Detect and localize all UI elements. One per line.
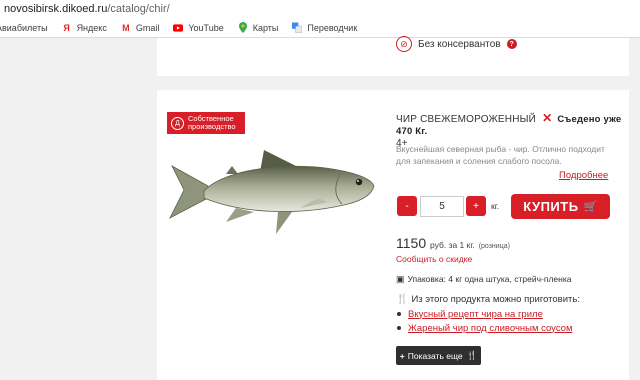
bookmark-label: YouTube bbox=[188, 22, 224, 33]
show-more-label: Показать еще bbox=[407, 350, 463, 361]
cook-heading: 🍴 Из этого продукта можно приготовить: bbox=[396, 294, 580, 305]
help-icon[interactable]: ? bbox=[506, 39, 517, 49]
more-details-link[interactable]: Подробнее bbox=[559, 170, 608, 181]
yandex-icon: Я bbox=[63, 22, 70, 33]
cross-icon: ✕ bbox=[542, 111, 553, 125]
qty-minus-button[interactable]: - bbox=[397, 196, 417, 216]
list-item: Вкусный рецепт чира на гриле bbox=[396, 307, 573, 321]
plus-icon: + bbox=[399, 350, 405, 361]
bookmark-gmail[interactable]: M Gmail bbox=[121, 22, 160, 33]
bookmark-label: Яндекс bbox=[76, 22, 107, 33]
cutlery-icon: 🍴 bbox=[396, 294, 409, 305]
bookmark-label: Авиабилеты bbox=[0, 22, 48, 33]
url-path: /catalog/chir/ bbox=[107, 3, 170, 15]
bullet bbox=[397, 312, 401, 316]
box-icon: ▣ bbox=[396, 274, 405, 284]
buy-button[interactable]: КУПИТЬ 🛒 bbox=[511, 194, 610, 219]
url-host: novosibirsk.dikoed.ru bbox=[4, 3, 108, 15]
bookmark-translate[interactable]: Переводчик bbox=[292, 22, 358, 33]
product-title-line-1: ЧИР СВЕЖЕМОРОЖЕННЫЙ bbox=[396, 114, 537, 125]
quantity-input[interactable]: 5 bbox=[420, 196, 464, 217]
gmail-icon: M bbox=[122, 22, 130, 33]
no-preservatives-feature: ⊘ Без консервантов ? bbox=[396, 34, 517, 54]
cutlery-icon: 🍴 bbox=[466, 350, 478, 360]
cart-icon: 🛒 bbox=[583, 201, 598, 213]
product-description: Вкуснейшая северная рыба - чир. Отлично … bbox=[396, 144, 605, 166]
quantity-unit: кг. bbox=[491, 201, 500, 211]
packing-text: Упаковка: 4 кг одна штука, стрейч-пленка bbox=[407, 274, 572, 284]
cook-heading-text: Из этого продукта можно приготовить: bbox=[411, 294, 580, 305]
maps-icon bbox=[238, 22, 248, 33]
bookmark-label: Карты bbox=[252, 22, 279, 33]
address-bar[interactable]: novosibirsk.dikoed.ru/catalog/chir/ bbox=[0, 0, 640, 18]
list-item: Жареный чир под сливочным соусом bbox=[396, 321, 573, 335]
badge-line-2: производство bbox=[188, 122, 236, 131]
bookmark-yandex[interactable]: Я Яндекс bbox=[62, 23, 107, 33]
bullet bbox=[397, 326, 401, 330]
buy-label: КУПИТЬ bbox=[523, 199, 579, 214]
no-preservatives-icon: ⊘ bbox=[396, 36, 412, 52]
bookmarks-bar: Авиабилеты Я Яндекс M Gmail YouTube Карт… bbox=[0, 18, 640, 38]
report-discount-link[interactable]: Сообщить о скидке bbox=[396, 254, 472, 264]
bookmark-youtube[interactable]: YouTube bbox=[173, 22, 224, 33]
qty-plus-button[interactable]: + bbox=[466, 196, 486, 216]
product-image-fish[interactable] bbox=[168, 146, 378, 238]
recipe-link-cream-sauce[interactable]: Жареный чир под сливочным соусом bbox=[408, 323, 573, 334]
company-logo-icon: Д bbox=[171, 116, 184, 130]
price-note: (розница) bbox=[478, 243, 510, 250]
price-block: 1150 руб. за 1 кг. (розница) bbox=[396, 235, 510, 251]
price-value: 1150 bbox=[396, 235, 427, 251]
recipe-link-grill[interactable]: Вкусный рецепт чира на гриле bbox=[408, 309, 543, 320]
bookmark-label: Переводчик bbox=[307, 22, 358, 33]
previous-product-card bbox=[157, 38, 629, 76]
price-unit: руб. за 1 кг. bbox=[430, 240, 475, 250]
own-production-badge: Д Собственное производство bbox=[167, 112, 245, 134]
recipe-list: Вкусный рецепт чира на гриле Жареный чир… bbox=[396, 307, 573, 335]
show-more-button[interactable]: + Показать еще 🍴 bbox=[396, 346, 481, 365]
translate-icon bbox=[292, 22, 303, 33]
bookmark-maps[interactable]: Карты bbox=[238, 22, 279, 33]
youtube-icon bbox=[173, 23, 184, 33]
bookmark-label: Gmail bbox=[135, 22, 160, 33]
no-preservatives-label: Без консервантов bbox=[418, 38, 501, 50]
packing-info: ▣ Упаковка: 4 кг одна штука, стрейч-пленк… bbox=[396, 274, 571, 285]
bookmark-aviabilety[interactable]: Авиабилеты bbox=[0, 23, 48, 33]
